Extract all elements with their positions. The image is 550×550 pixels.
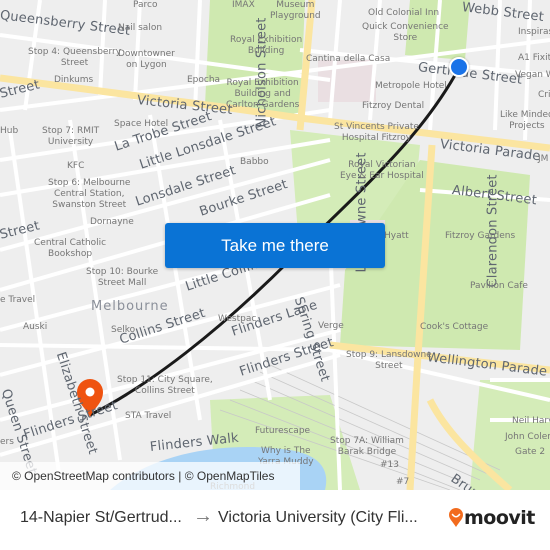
poi-label[interactable]: KFC: [67, 161, 84, 172]
poi-label[interactable]: Like Minded Projects: [500, 110, 550, 132]
poi-label[interactable]: Babbo: [240, 157, 269, 168]
poi-label[interactable]: Fitzroy Dental: [362, 101, 424, 112]
poi-label[interactable]: Selko: [111, 325, 135, 336]
poi-label[interactable]: Cris: [538, 90, 550, 101]
take-me-there-button[interactable]: Take me there: [165, 223, 385, 268]
poi-label[interactable]: Neil Harv: [512, 416, 550, 427]
origin-pin-icon[interactable]: [449, 57, 469, 77]
poi-label[interactable]: Stop 6: Melbourne Central Station, Swansto…: [48, 178, 130, 211]
poi-label[interactable]: Space Hotel: [114, 119, 168, 130]
poi-label[interactable]: Hyatt: [384, 231, 409, 242]
map-attribution[interactable]: © OpenStreetMap contributors | © OpenMap…: [0, 462, 300, 490]
poi-label[interactable]: A1 Fixit: [518, 53, 550, 64]
poi-label[interactable]: #7: [396, 477, 409, 488]
poi-label[interactable]: Metropole Hotel: [375, 81, 447, 92]
moovit-pin-icon: [449, 508, 463, 527]
poi-label[interactable]: Fitzroy Gardens: [445, 231, 515, 242]
poi-label[interactable]: Hub: [0, 126, 18, 137]
poi-label[interactable]: IMAX: [232, 0, 255, 11]
poi-label[interactable]: Stop 9: Lansdowne Street: [346, 350, 432, 372]
poi-label[interactable]: e Travel: [0, 295, 35, 306]
poi-label[interactable]: Auski: [23, 322, 47, 333]
poi-label[interactable]: #13: [380, 460, 399, 471]
poi-label[interactable]: Royal Exhibition Building and Carlton Gard…: [226, 78, 299, 111]
poi-label[interactable]: Cantina della Casa: [306, 54, 390, 65]
poi-label[interactable]: Epocha: [187, 75, 220, 86]
poi-label[interactable]: Nail salon: [118, 23, 162, 34]
moovit-wordmark: moovit: [464, 507, 535, 529]
poi-label[interactable]: Parco: [133, 0, 158, 11]
poi-label[interactable]: Stop 10: Bourke Street Mall: [86, 267, 158, 289]
poi-label[interactable]: St Vincents Private Hospital Fitzroy: [334, 122, 419, 144]
poi-label[interactable]: Futurescape: [255, 426, 310, 437]
poi-label[interactable]: John Colem: [505, 432, 550, 443]
poi-label[interactable]: Dinkums: [54, 75, 93, 86]
poi-label[interactable]: Gate 2: [515, 447, 545, 458]
poi-label[interactable]: Stop 4: Queensberry Street: [28, 47, 121, 69]
footer-bar: 14-Napier St/Gertrud... → Victoria Unive…: [0, 490, 550, 550]
moovit-logo[interactable]: moovit: [448, 507, 535, 529]
city-label: Melbourne: [91, 299, 169, 314]
poi-label[interactable]: Quick Convenience Store: [362, 22, 449, 44]
poi-label[interactable]: Verge: [318, 321, 344, 332]
poi-label[interactable]: Dornayne: [90, 217, 134, 228]
poi-label[interactable]: Royal Exhibition Building: [230, 35, 302, 57]
poi-label[interactable]: Central Catholic Bookshop: [34, 238, 106, 260]
origin-label: 14-Napier St/Gertrud...: [20, 509, 182, 526]
poi-label[interactable]: Old Colonial Inn: [368, 8, 439, 19]
poi-label[interactable]: JM: [538, 154, 548, 165]
arrow-right-icon: →: [193, 505, 213, 527]
destination-label: Victoria University (City Fli...: [218, 509, 418, 526]
poi-label[interactable]: Inspiras: [518, 27, 550, 38]
poi-label[interactable]: Downtowner on Lygon: [118, 49, 175, 71]
poi-label[interactable]: ers: [0, 437, 14, 448]
poi-label[interactable]: Stop 7: RMIT University: [42, 126, 99, 148]
poi-label[interactable]: STA Travel: [125, 411, 171, 422]
poi-label[interactable]: Museum Playground: [270, 0, 321, 22]
poi-label[interactable]: Pavilion Cafe: [470, 281, 528, 292]
poi-label[interactable]: Stop 7A: William Barak Bridge: [330, 436, 404, 458]
poi-label[interactable]: Cook's Cottage: [420, 322, 488, 333]
poi-label[interactable]: Stop 11: City Square, Collins Street: [117, 375, 213, 397]
poi-label[interactable]: Vegan W: [515, 70, 550, 81]
map-view[interactable]: Queensberry Street Victoria Street Street L…: [0, 0, 550, 490]
poi-label[interactable]: Royal Victorian Eye & Ear Hospital: [340, 160, 424, 182]
poi-label[interactable]: Westpac: [218, 314, 256, 325]
